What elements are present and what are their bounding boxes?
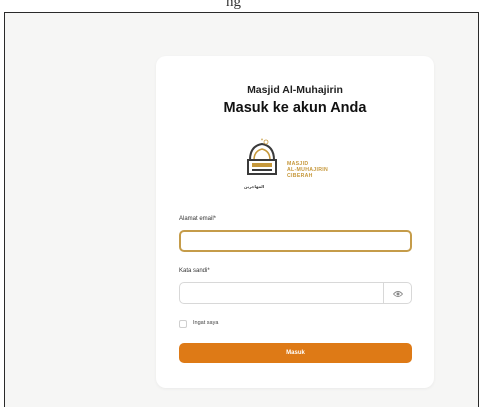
password-label: Kata sandi* <box>179 268 210 274</box>
header-fragment: ng <box>226 0 241 10</box>
page-title: Masuk ke akun Anda <box>223 100 367 116</box>
login-button-label: Masuk <box>286 350 305 356</box>
site-name: Masjid Al-Muhajirin <box>247 84 343 96</box>
remember-me-checkbox[interactable] <box>179 320 187 328</box>
eye-icon <box>393 291 403 297</box>
logo-arabic-text: المهاجرين <box>244 184 265 189</box>
logo-wordmark: MASJID AL-MUHAJIRIN CIBERAH <box>287 161 328 179</box>
mosque-emblem-icon <box>247 138 277 175</box>
top-clip: ng <box>0 0 483 12</box>
password-field[interactable] <box>179 282 384 304</box>
remember-me-label: Ingat saya <box>193 320 219 326</box>
mosque-logo: MASJID AL-MUHAJIRIN CIBERAH المهاجرين <box>242 136 352 190</box>
email-field[interactable] <box>179 230 412 252</box>
email-label: Alamat email* <box>179 216 217 222</box>
login-button[interactable]: Masuk <box>179 343 412 363</box>
login-card: Masjid Al-Muhajirin Masuk ke akun Anda M… <box>156 56 434 388</box>
logo-line-3: CIBERAH <box>287 173 313 179</box>
toggle-password-button[interactable] <box>384 282 412 304</box>
